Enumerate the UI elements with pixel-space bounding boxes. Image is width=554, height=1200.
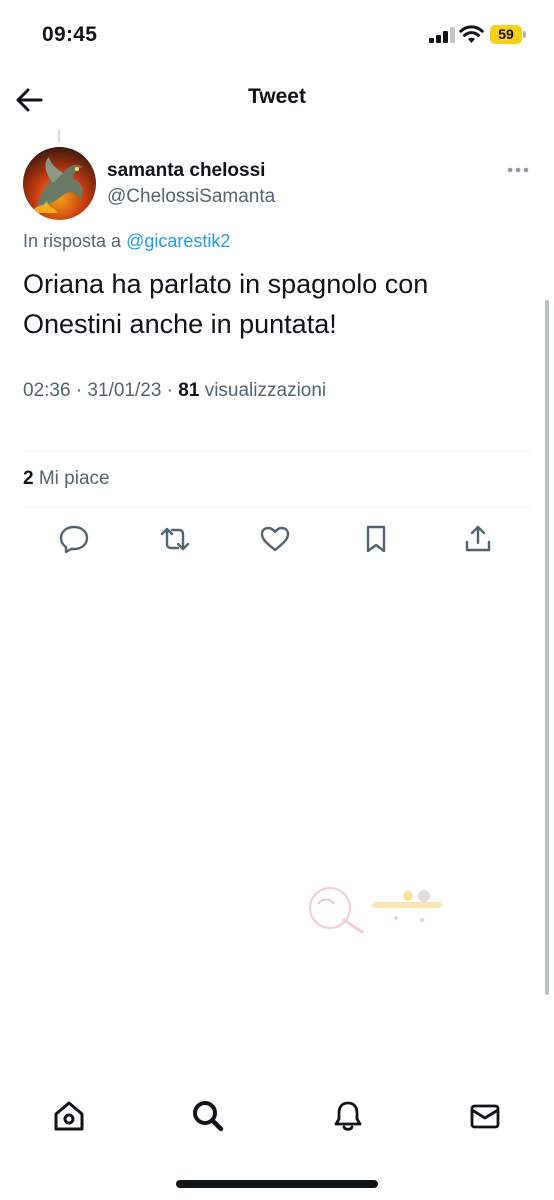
home-icon[interactable] [51, 1098, 87, 1134]
comment-icon[interactable] [57, 522, 91, 556]
heart-icon[interactable] [258, 522, 292, 556]
author-display-name[interactable]: samanta chelossi [107, 160, 265, 182]
home-indicator[interactable] [176, 1180, 378, 1188]
mail-icon[interactable] [467, 1098, 503, 1134]
reply-context-prefix: In risposta a [23, 231, 122, 251]
status-bar: 09:45 59 [0, 0, 554, 70]
divider [23, 451, 531, 452]
tweet-meta: 02:36 · 31/01/23 · 81 visualizzazioni [23, 380, 326, 402]
search-icon[interactable] [190, 1098, 226, 1134]
avatar[interactable] [23, 147, 96, 220]
tweet-text: Oriana ha parlato in spagnolo con Onesti… [23, 269, 429, 339]
more-options-icon[interactable] [504, 160, 532, 180]
page-title: Tweet [248, 85, 306, 108]
bottom-nav [0, 1085, 554, 1150]
battery-icon: 59 [490, 25, 526, 44]
reply-mention-link[interactable]: @gicarestik2 [126, 231, 230, 251]
likes-summary[interactable]: 2 Mi piace [23, 468, 110, 490]
thread-connector [58, 130, 60, 142]
bookmark-icon[interactable] [359, 522, 393, 556]
reply-context: In risposta a @gicarestik2 [23, 231, 230, 252]
watermark-logo [309, 887, 442, 934]
wifi-icon [459, 25, 484, 43]
cellular-signal-icon [429, 27, 455, 43]
views-count: 81 [178, 380, 200, 401]
divider [23, 507, 531, 508]
scrollbar[interactable] [545, 300, 549, 995]
bell-icon[interactable] [330, 1098, 366, 1134]
likes-label: Mi piace [38, 468, 110, 489]
retweet-icon[interactable] [158, 522, 192, 556]
tweet-timestamp[interactable]: 02:36 · 31/01/23 · [23, 380, 173, 401]
battery-level: 59 [490, 25, 522, 44]
status-time: 09:45 [42, 23, 98, 46]
likes-count: 2 [23, 468, 34, 489]
top-nav: Tweet [0, 70, 554, 128]
views-label: visualizzazioni [204, 380, 327, 401]
share-icon[interactable] [461, 522, 495, 556]
author-handle[interactable]: @ChelossiSamanta [107, 186, 275, 208]
